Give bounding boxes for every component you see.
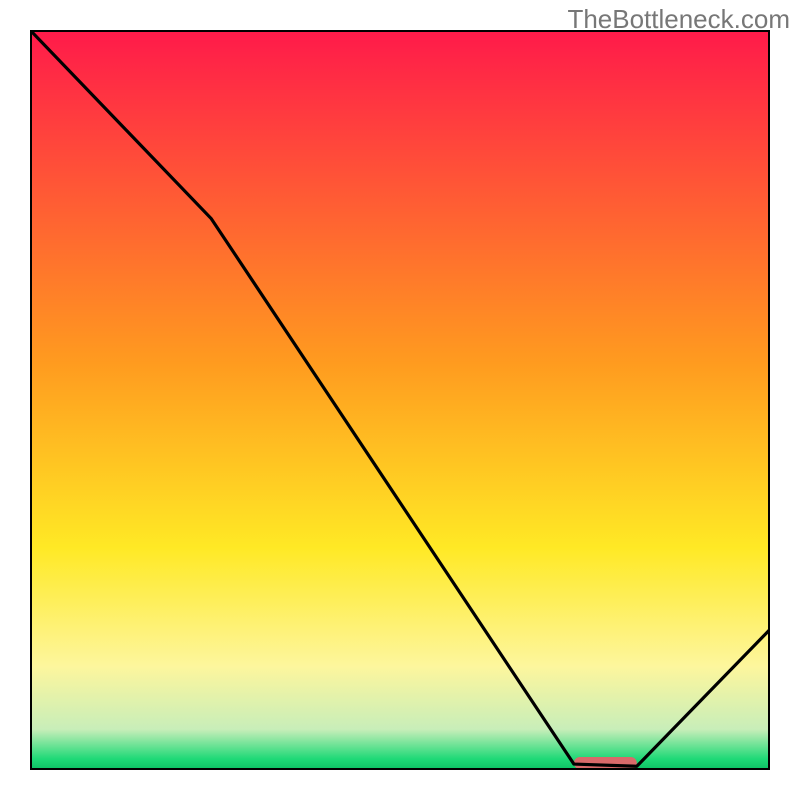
gradient-background [30, 30, 770, 770]
chart-container: TheBottleneck.com [0, 0, 800, 800]
bottleneck-curve-chart [30, 30, 770, 770]
chart-plot-area [30, 30, 770, 770]
